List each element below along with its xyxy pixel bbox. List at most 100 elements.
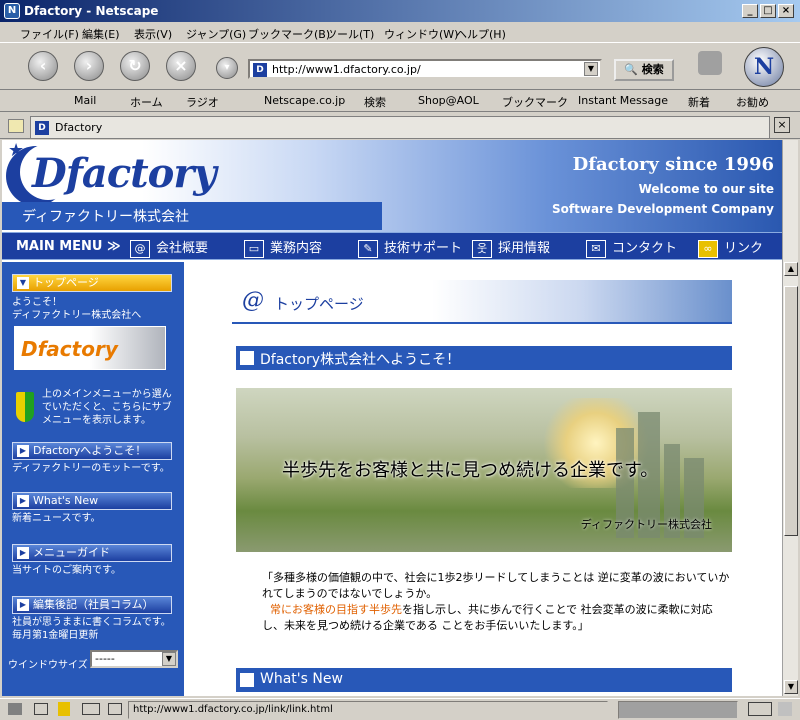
menu-contact[interactable]: ✉ コンタクト bbox=[586, 237, 678, 258]
close-button[interactable]: × bbox=[778, 4, 794, 18]
menu-window[interactable]: ウィンドウ(W) bbox=[384, 26, 458, 42]
company-message: 「多種多様の価値観の中で、社会に1歩2歩リードしてしまうことは 逆に変革の波にお… bbox=[262, 570, 732, 634]
sidebar-top-page[interactable]: ▼ トップページ bbox=[12, 274, 172, 292]
menu-business[interactable]: ▭ 業務内容 bbox=[244, 237, 323, 258]
scroll-up-icon[interactable]: ▲ bbox=[784, 262, 798, 276]
sidebar-welcome-text: ようこそ！ ディファクトリー株式会社へ bbox=[12, 297, 142, 321]
menu-contact-label: コンタクト bbox=[612, 241, 678, 256]
search-button[interactable]: 🔍 検索 bbox=[614, 59, 674, 81]
sidebar-item-desc: ディファクトリーのモットーです。 bbox=[12, 463, 170, 474]
menu-file[interactable]: ファイル(F) bbox=[20, 26, 79, 42]
navigation-toolbar: ‹ › ↻ × ▾ D http://www1.dfactory.co.jp/ … bbox=[0, 42, 800, 90]
composer-icon[interactable] bbox=[82, 703, 100, 715]
arrow-icon: ▼ bbox=[17, 277, 29, 289]
arrow-icon: ▶ bbox=[17, 599, 29, 611]
page-viewport: ★ Dfactory ディファクトリー株式会社 Dfactory since 1… bbox=[2, 140, 782, 696]
sidebar-item-desc: 社員が思うままに書くコラムです。 毎月第1金曜日更新 bbox=[12, 617, 171, 641]
sidebar-item-whats-new[interactable]: ▶ What's New bbox=[12, 492, 172, 510]
ptool-instant-message[interactable]: Instant Message bbox=[578, 94, 668, 107]
envelope-icon: ✉ bbox=[586, 239, 606, 258]
site-logo[interactable]: Dfactory bbox=[32, 150, 217, 197]
dfactory-banner[interactable]: Dfactory bbox=[14, 326, 166, 370]
print-icon[interactable] bbox=[698, 51, 722, 75]
window-size-label: ウインドウサイズ bbox=[8, 660, 88, 671]
square-bullet-icon bbox=[240, 351, 254, 365]
at-icon: @ bbox=[130, 239, 150, 258]
banner-text: Dfactory bbox=[21, 337, 118, 361]
menu-business-label: 業務内容 bbox=[270, 241, 323, 256]
minimize-button[interactable]: _ bbox=[742, 4, 758, 18]
ptool-bookmarks[interactable]: ブックマーク bbox=[502, 94, 568, 110]
welcome-heading: Dfactory株式会社へようこそ！ bbox=[260, 352, 461, 368]
company-name: ディファクトリー株式会社 bbox=[22, 209, 190, 225]
ptool-mail[interactable]: Mail bbox=[74, 94, 96, 107]
window-title: Dfactory - Netscape bbox=[24, 4, 159, 18]
tab-bar: D Dfactory × bbox=[0, 113, 800, 139]
menu-company[interactable]: @ 会社概要 bbox=[130, 237, 209, 258]
new-tab-icon[interactable] bbox=[8, 119, 24, 133]
ptool-new[interactable]: 新着 bbox=[688, 94, 710, 110]
ptool-search[interactable]: 検索 bbox=[364, 94, 386, 110]
progress-bar bbox=[618, 701, 738, 719]
welcome-text: Welcome to our site bbox=[638, 182, 774, 196]
menu-bookmarks[interactable]: ブックマーク(B) bbox=[248, 26, 330, 42]
back-icon[interactable]: ‹ bbox=[28, 51, 58, 81]
connection-icon bbox=[748, 702, 772, 716]
menu-support[interactable]: ✎ 技術サポート bbox=[358, 237, 462, 258]
dropdown-arrow-icon[interactable]: ▼ bbox=[162, 652, 176, 666]
sidebar-item-desc: 新着ニュースです。 bbox=[12, 513, 101, 524]
reload-icon[interactable]: ↻ bbox=[120, 51, 150, 81]
mail-icon[interactable] bbox=[34, 703, 48, 715]
sidebar-item-welcome[interactable]: ▶ Dfactoryへようこそ！ bbox=[12, 442, 172, 460]
menu-recruit-label: 採用情報 bbox=[498, 241, 551, 256]
address-book-icon[interactable] bbox=[108, 703, 122, 715]
maximize-button[interactable]: □ bbox=[760, 4, 776, 18]
sidebar-item-column[interactable]: ▶ 編集後記（社員コラム） bbox=[12, 596, 172, 614]
netscape-icon: N bbox=[4, 3, 20, 19]
menu-link[interactable]: ∞ リンク bbox=[698, 237, 764, 258]
window-size-select[interactable]: ----- ▼ bbox=[90, 650, 178, 668]
document-icon: ▭ bbox=[244, 239, 264, 258]
menu-help[interactable]: ヘルプ(H) bbox=[456, 26, 506, 42]
menu-recruit[interactable]: 웃 採用情報 bbox=[472, 237, 551, 258]
title-bar: N Dfactory - Netscape _ □ × bbox=[0, 0, 800, 22]
beginner-mark-icon bbox=[16, 392, 34, 422]
page-title: トップページ bbox=[274, 295, 364, 313]
arrow-icon: ▶ bbox=[17, 547, 29, 559]
close-tab-icon[interactable]: × bbox=[774, 117, 790, 133]
status-icon bbox=[8, 703, 22, 715]
vertical-scrollbar[interactable]: ▲ ▼ bbox=[782, 140, 798, 696]
menu-edit[interactable]: 編集(E) bbox=[82, 26, 120, 42]
sidebar-item-menu-guide[interactable]: ▶ メニューガイド bbox=[12, 544, 172, 562]
menu-go[interactable]: ジャンプ(G) bbox=[186, 26, 246, 42]
url-text: http://www1.dfactory.co.jp/ bbox=[272, 63, 421, 76]
stop-icon[interactable]: × bbox=[166, 51, 196, 81]
person-icon[interactable] bbox=[58, 702, 70, 716]
menu-link-label: リンク bbox=[724, 241, 764, 256]
scroll-thumb[interactable] bbox=[784, 286, 798, 536]
menu-tools[interactable]: ツール(T) bbox=[326, 26, 374, 42]
menu-company-label: 会社概要 bbox=[156, 241, 209, 256]
tab-dfactory[interactable]: D Dfactory bbox=[30, 116, 770, 138]
person-icon: 웃 bbox=[472, 239, 492, 258]
at-icon: @ bbox=[242, 288, 264, 313]
ptool-recommend[interactable]: お勧め bbox=[736, 94, 769, 110]
url-dropdown-icon[interactable]: ▼ bbox=[584, 62, 598, 76]
ptool-netscape[interactable]: Netscape.co.jp bbox=[264, 94, 345, 107]
url-bar[interactable]: D http://www1.dfactory.co.jp/ ▼ bbox=[248, 59, 602, 79]
tab-title: Dfactory bbox=[55, 121, 103, 134]
site-header: ★ Dfactory ディファクトリー株式会社 Dfactory since 1… bbox=[2, 140, 782, 232]
sidebar: ▼ トップページ ようこそ！ ディファクトリー株式会社へ Dfactory 上のメ… bbox=[2, 262, 184, 696]
menu-view[interactable]: 表示(V) bbox=[134, 26, 172, 42]
ptool-radio[interactable]: ラジオ bbox=[186, 94, 219, 110]
ptool-home[interactable]: ホーム bbox=[130, 94, 163, 110]
history-dropdown-icon[interactable]: ▾ bbox=[216, 57, 238, 79]
forward-icon[interactable]: › bbox=[74, 51, 104, 81]
scroll-down-icon[interactable]: ▼ bbox=[784, 680, 798, 694]
security-lock-icon[interactable] bbox=[778, 702, 792, 716]
square-bullet-icon bbox=[240, 673, 254, 687]
search-label: 検索 bbox=[641, 63, 664, 76]
sidebar-menu-hint: 上のメインメニューから選んでいただくと、こちらにサブメニューを表示します。 bbox=[42, 389, 172, 426]
window-size-value: ----- bbox=[95, 652, 115, 665]
ptool-shop[interactable]: Shop@AOL bbox=[418, 94, 479, 107]
